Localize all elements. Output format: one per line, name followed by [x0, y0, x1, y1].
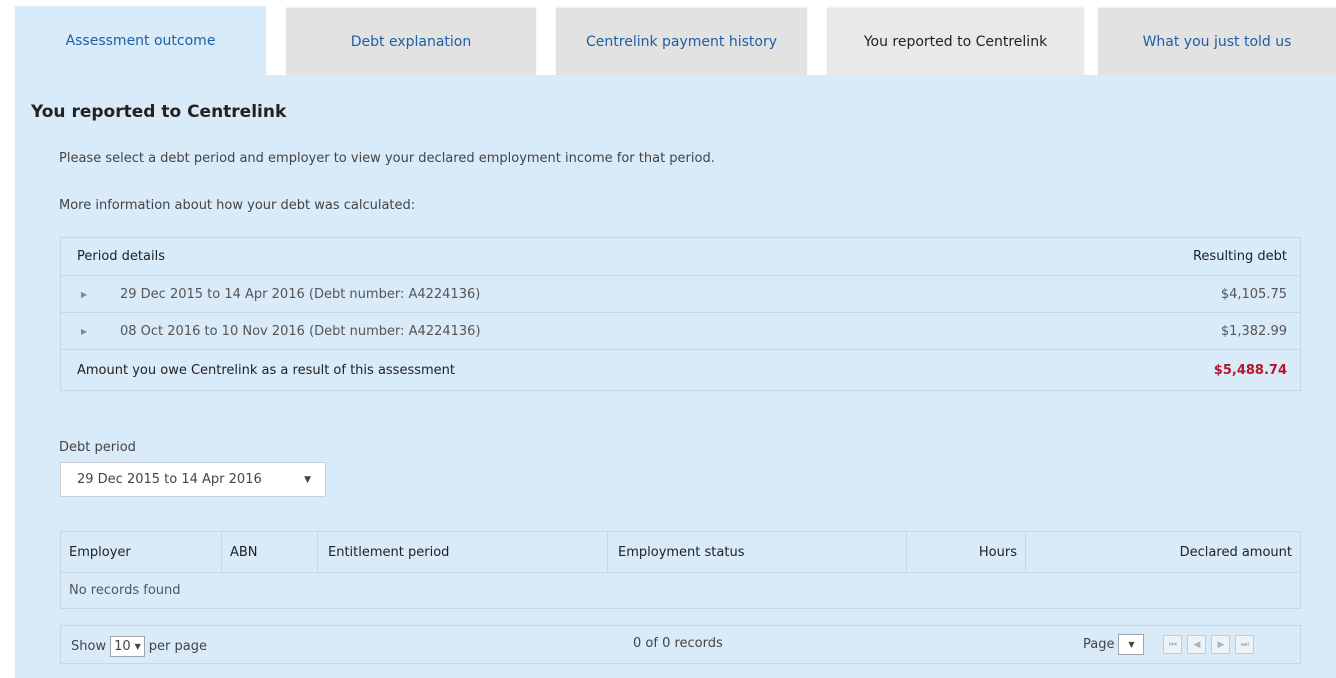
debt-period-label: Debt period — [59, 440, 136, 455]
intro-text: Please select a debt period and employer… — [59, 151, 715, 166]
debt-period-selected-value: 29 Dec 2015 to 14 Apr 2016 — [77, 472, 262, 487]
period-debt-amount: $1,382.99 — [1220, 323, 1287, 339]
dropdown-arrow-icon: ▼ — [134, 642, 141, 651]
more-info-text: More information about how your debt was… — [59, 198, 416, 213]
page-size-select[interactable]: 10 ▼ — [110, 636, 145, 657]
period-debt-amount: $4,105.75 — [1220, 286, 1287, 302]
page-size-value: 10 — [114, 639, 131, 654]
last-page-icon[interactable]: ⏭ — [1235, 635, 1255, 654]
expand-caret-icon[interactable]: ▶ — [81, 327, 87, 336]
period-details-header: Period details — [77, 249, 165, 264]
table-row[interactable]: ▶ 08 Oct 2016 to 10 Nov 2016 (Debt numbe… — [61, 313, 1300, 350]
table-header-row: Employer ABN Entitlement period Employme… — [61, 532, 1300, 572]
expand-caret-icon[interactable]: ▶ — [81, 290, 87, 299]
record-count: 0 of 0 records — [633, 636, 723, 651]
page-title: You reported to Centrelink — [31, 102, 287, 122]
table-row[interactable]: ▶ 29 Dec 2015 to 14 Apr 2016 (Debt numbe… — [61, 276, 1300, 313]
page-size-control: Show 10 ▼ per page — [71, 636, 207, 657]
period-label: 29 Dec 2015 to 14 Apr 2016 (Debt number:… — [120, 286, 481, 302]
resulting-debt-header: Resulting debt — [1192, 249, 1287, 264]
tab-debt-explanation[interactable]: Debt explanation — [286, 8, 536, 75]
dropdown-arrow-icon: ▼ — [304, 474, 311, 485]
column-header-employer[interactable]: Employer — [61, 532, 222, 572]
tab-you-reported-to-centrelink[interactable]: You reported to Centrelink — [827, 8, 1084, 75]
period-details-table: Period details Resulting debt ▶ 29 Dec 2… — [60, 237, 1301, 391]
empty-message: No records found — [61, 572, 1300, 608]
tab-what-you-just-told-us[interactable]: What you just told us — [1098, 8, 1336, 75]
tab-bar: Assessment outcome Debt explanation Cent… — [0, 0, 1336, 75]
show-label: Show — [71, 639, 107, 654]
column-header-employment-status[interactable]: Employment status — [608, 532, 907, 572]
page-label: Page — [1083, 637, 1115, 652]
column-header-abn[interactable]: ABN — [222, 532, 318, 572]
page-select[interactable]: ▼ — [1118, 634, 1145, 655]
content-panel: You reported to Centrelink Please select… — [15, 75, 1336, 678]
total-amount: $5,488.74 — [1213, 362, 1287, 378]
employment-income-table: Employer ABN Entitlement period Employme… — [60, 531, 1301, 609]
next-page-icon[interactable]: ▶ — [1211, 635, 1231, 654]
total-row: Amount you owe Centrelink as a result of… — [61, 350, 1300, 390]
total-label: Amount you owe Centrelink as a result of… — [77, 362, 455, 378]
first-page-icon[interactable]: ⏮ — [1163, 635, 1183, 654]
debt-period-select[interactable]: 29 Dec 2015 to 14 Apr 2016 ▼ — [60, 462, 326, 497]
tab-centrelink-payment-history[interactable]: Centrelink payment history — [556, 8, 807, 75]
column-header-entitlement-period[interactable]: Entitlement period — [318, 532, 608, 572]
column-header-declared-amount[interactable]: Declared amount — [1026, 532, 1300, 572]
tab-assessment-outcome[interactable]: Assessment outcome — [15, 6, 266, 75]
period-label: 08 Oct 2016 to 10 Nov 2016 (Debt number:… — [120, 323, 481, 339]
column-header-hours[interactable]: Hours — [907, 532, 1026, 572]
previous-page-icon[interactable]: ◀ — [1187, 635, 1207, 654]
per-page-label: per page — [148, 639, 207, 654]
page-navigation: Page ▼ ⏮ ◀ ▶ ⏭ — [1083, 634, 1255, 655]
table-header-row: Period details Resulting debt — [61, 238, 1300, 276]
pagination-bar: Show 10 ▼ per page 0 of 0 records Page ▼… — [60, 625, 1301, 664]
